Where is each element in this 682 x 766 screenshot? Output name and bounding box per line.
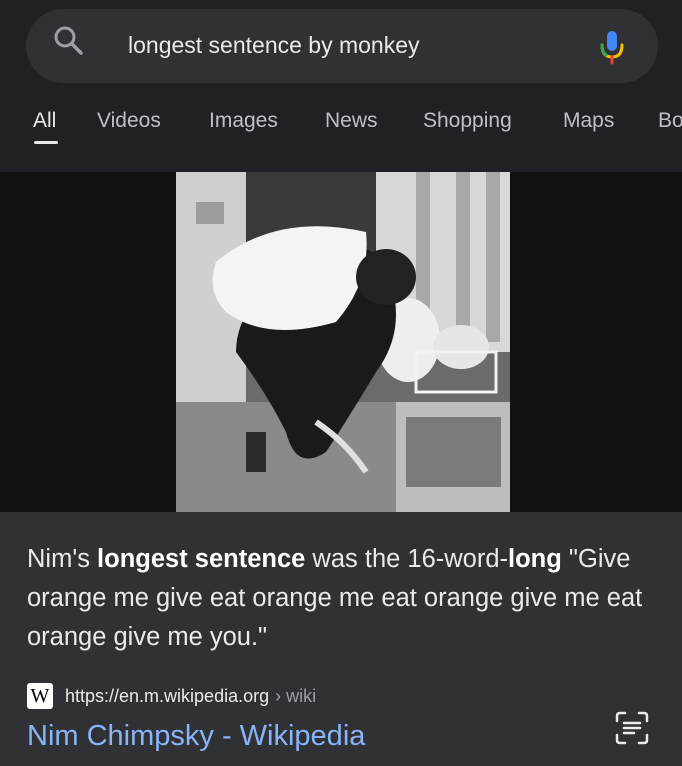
- snippet-bold-part: long: [508, 545, 562, 573]
- tab-videos[interactable]: Videos: [97, 109, 161, 133]
- active-tab-indicator: [34, 141, 58, 144]
- wikipedia-icon: W: [27, 683, 53, 709]
- tab-maps[interactable]: Maps: [563, 109, 614, 133]
- search-tabs: All Videos Images News Shopping Maps Bo: [0, 96, 682, 156]
- tab-all[interactable]: All: [33, 109, 56, 133]
- tab-books[interactable]: Bo: [658, 109, 682, 133]
- snippet-part: was the 16-word-: [305, 545, 509, 573]
- result-title-link[interactable]: Nim Chimpsky - Wikipedia: [27, 720, 365, 753]
- featured-snippet-text: Nim's longest sentence was the 16-word-l…: [27, 540, 657, 657]
- lens-text-icon[interactable]: [614, 710, 650, 746]
- snippet-part: Nim's: [27, 545, 98, 573]
- search-icon[interactable]: [52, 24, 84, 56]
- source-url[interactable]: https://en.m.wikipedia.org: [65, 686, 269, 707]
- search-input[interactable]: longest sentence by monkey: [128, 32, 420, 59]
- tab-news[interactable]: News: [325, 109, 378, 133]
- tab-images[interactable]: Images: [209, 109, 278, 133]
- tab-shopping[interactable]: Shopping: [423, 109, 512, 133]
- chimpanzee-photo[interactable]: [176, 172, 510, 512]
- mic-icon[interactable]: [598, 28, 626, 66]
- source-row[interactable]: W https://en.m.wikipedia.org › wiki: [27, 682, 316, 710]
- source-breadcrumb: › wiki: [275, 685, 317, 706]
- snippet-bold-part: longest sentence: [97, 545, 306, 573]
